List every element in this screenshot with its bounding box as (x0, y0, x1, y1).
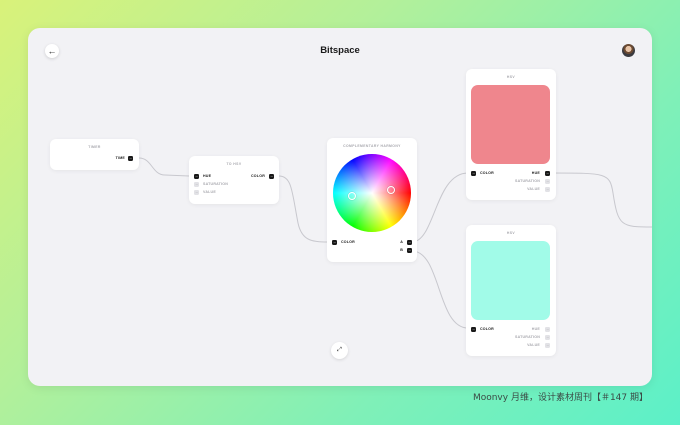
timer-output-port[interactable]: → (128, 155, 133, 161)
wire-timer-to-hsv (138, 157, 190, 177)
user-avatar[interactable] (622, 44, 635, 57)
to-hsv-output-label: COLOR (251, 174, 265, 178)
hsv-bottom-hue-label: HUE (531, 327, 540, 331)
hsv-top-hue-port[interactable]: → (545, 170, 550, 176)
to-hsv-saturation-label: SATURATION (203, 182, 229, 186)
harmony-output-b-port[interactable]: → (407, 247, 412, 253)
hsv-top-color-swatch (471, 85, 550, 164)
hsv-top-value-port[interactable]: → (545, 186, 550, 192)
to-hsv-hue-label: HUE (203, 174, 212, 178)
to-hsv-node[interactable]: TO HSV → HUE → SATURATION → VALUE COLOR … (189, 156, 279, 204)
wire-hsv-to-harmony (278, 175, 333, 243)
hsv-top-title: HSV (506, 75, 516, 79)
hsv-bottom-color-input-label: COLOR (480, 327, 494, 331)
hsv-bottom-hue-port[interactable]: → (545, 326, 550, 332)
hsv-top-saturation-port[interactable]: → (545, 178, 550, 184)
harmony-output-a-port[interactable]: → (407, 239, 412, 245)
wire-harmony-a-to-top (411, 172, 469, 243)
color-wheel[interactable] (333, 154, 411, 232)
timer-node-title: TIMER (88, 145, 101, 149)
hsv-node-top[interactable]: HSV → COLOR HUE → SATURATION → VALUE → (466, 69, 556, 200)
harmony-color-input-label: COLOR (341, 240, 355, 244)
hsv-bottom-color-swatch (471, 241, 550, 320)
to-hsv-saturation-port[interactable]: → (194, 181, 199, 187)
watermark-text: Moonvy 月维，设计素材周刊【＃147 期】 (472, 393, 648, 403)
to-hsv-value-port[interactable]: → (194, 189, 199, 195)
expand-icon: ⤢ (337, 347, 342, 353)
timer-output-label: TIME (115, 156, 125, 160)
hsv-top-value-label: VALUE (527, 187, 540, 191)
to-hsv-node-title: TO HSV (226, 162, 242, 166)
wire-top-hue-out (551, 172, 652, 228)
hsv-top-saturation-label: SATURATION (514, 179, 540, 183)
hsv-bottom-title: HSV (506, 231, 516, 235)
wire-harmony-b-to-bottom (411, 250, 469, 329)
to-hsv-output-port[interactable]: → (269, 173, 274, 179)
hsv-bottom-value-label: VALUE (527, 343, 540, 347)
hsv-top-color-input-label: COLOR (480, 171, 494, 175)
hsv-top-hue-label: HUE (531, 171, 540, 175)
harmony-output-a-label: A (400, 240, 403, 244)
hsv-top-color-input-port[interactable]: → (471, 170, 476, 176)
hsv-bottom-color-input-port[interactable]: → (471, 326, 476, 332)
harmony-node-title: COMPLEMENTARY HARMONY (343, 144, 401, 148)
canvas-window: ← Bitspace TIMER TIME → TO HSV → HUE → S… (28, 28, 652, 386)
hsv-bottom-saturation-port[interactable]: → (545, 334, 550, 340)
to-hsv-value-label: VALUE (203, 190, 216, 194)
color-wheel-handle-a[interactable] (347, 191, 356, 200)
complementary-harmony-node[interactable]: COMPLEMENTARY HARMONY → COLOR A → B → (327, 138, 417, 262)
hsv-bottom-saturation-label: SATURATION (514, 335, 540, 339)
color-wheel-handle-b[interactable] (386, 185, 395, 194)
hsv-node-bottom[interactable]: HSV → COLOR HUE → SATURATION → VALUE → (466, 225, 556, 356)
page-title: Bitspace (320, 45, 360, 56)
timer-node[interactable]: TIMER TIME → (50, 139, 139, 170)
harmony-output-b-label: B (400, 248, 403, 252)
fit-view-button[interactable]: ⤢ (331, 342, 348, 359)
harmony-color-input-port[interactable]: → (332, 239, 337, 245)
to-hsv-hue-port[interactable]: → (194, 173, 199, 179)
hsv-bottom-value-port[interactable]: → (545, 342, 550, 348)
